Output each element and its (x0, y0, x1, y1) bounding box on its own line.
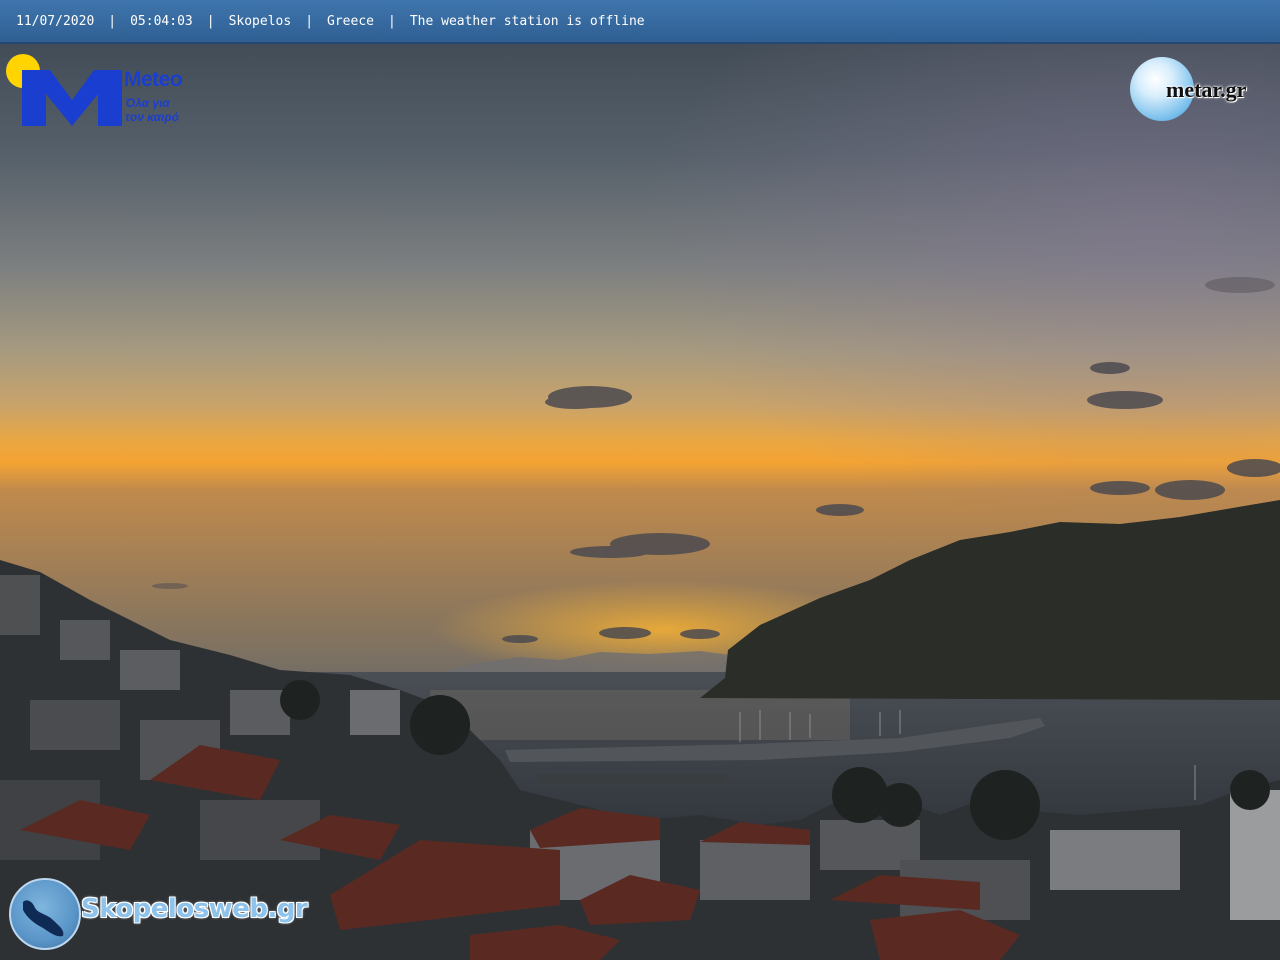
separator: | (206, 13, 215, 29)
status-bar: 11/07/2020 | 05:04:03 | Skopelos | Greec… (0, 0, 1280, 44)
meteo-logo: Meteo Όλα για τον καιρό (6, 54, 206, 130)
meteo-tagline-line1: Όλα για (125, 96, 170, 110)
m-letter-icon (22, 70, 122, 126)
time-text: 05:04:03 (130, 13, 193, 29)
island-shape-icon (23, 900, 64, 937)
skopelosweb-name: Skopelosweb.gr (81, 894, 308, 924)
location-text: Skopelos (228, 13, 292, 29)
separator: | (387, 13, 396, 29)
separator: | (305, 13, 314, 29)
separator: | (108, 13, 117, 29)
metar-name: metar.gr (1166, 77, 1247, 102)
station-status-text: The weather station is offline (409, 13, 645, 29)
metar-logo: metar.gr (1128, 55, 1273, 125)
meteo-tagline-line2: τον καιρό (125, 110, 179, 124)
skopelosweb-logo: Skopelosweb.gr (9, 878, 329, 952)
date-text: 11/07/2020 (16, 13, 95, 29)
webcam-scene (0, 0, 1280, 960)
country-text: Greece (327, 13, 374, 29)
meteo-name: Meteo (124, 68, 183, 91)
